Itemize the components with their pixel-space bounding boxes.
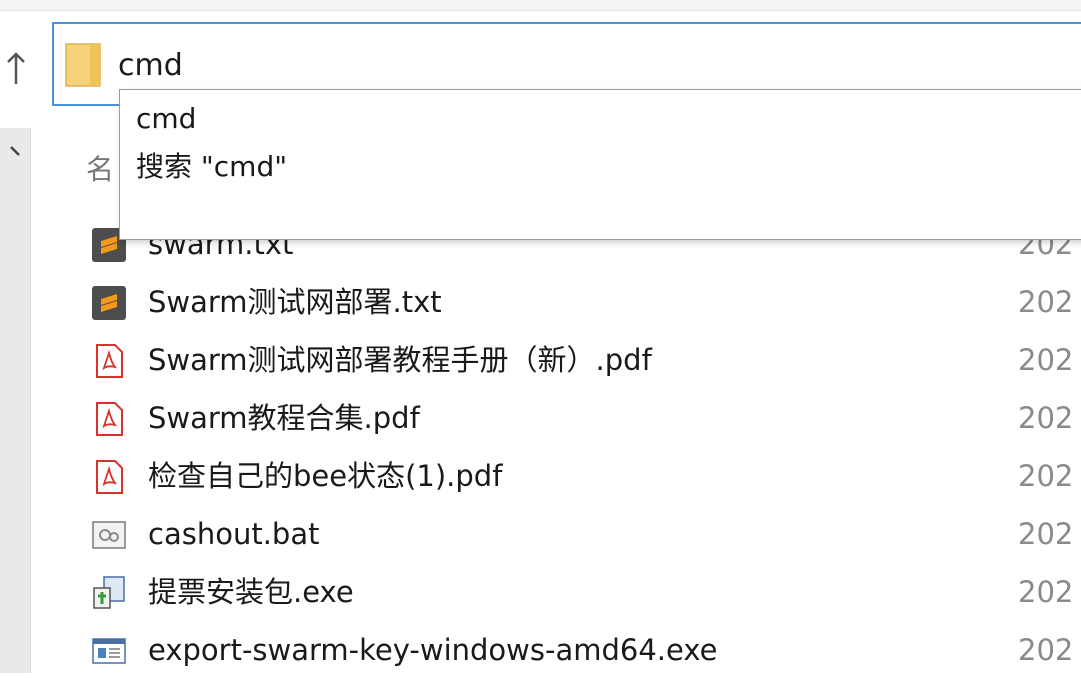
file-name: Swarm教程合集.pdf xyxy=(148,401,420,435)
pdf-icon xyxy=(96,344,123,378)
file-name: export-swarm-key-windows-amd64.exe xyxy=(148,633,718,667)
file-row[interactable]: Swarm教程合集.pdf 202 xyxy=(0,390,1081,446)
address-input[interactable]: cmd xyxy=(118,48,183,84)
autocomplete-item-search[interactable]: 搜索 "cmd" xyxy=(136,150,287,184)
file-row[interactable]: Swarm测试网部署教程手册（新）.pdf 202 xyxy=(0,332,1081,388)
file-date: 202 xyxy=(1018,459,1074,493)
file-date: 202 xyxy=(1018,285,1074,319)
address-autocomplete-dropdown: cmd 搜索 "cmd" xyxy=(119,89,1081,240)
file-name: 检查自己的bee状态(1).pdf xyxy=(148,459,503,493)
column-header-name[interactable]: 名 xyxy=(86,148,114,188)
autocomplete-item-cmd[interactable]: cmd xyxy=(136,102,196,136)
file-date: 202 xyxy=(1018,517,1074,551)
file-date: 202 xyxy=(1018,633,1074,667)
folder-icon xyxy=(65,43,101,87)
exe-icon xyxy=(92,638,126,664)
expand-caret-icon[interactable] xyxy=(8,144,22,158)
file-date: 202 xyxy=(1018,401,1074,435)
file-row[interactable]: cashout.bat 202 xyxy=(0,506,1081,562)
file-date: 202 xyxy=(1018,343,1074,377)
sublime-text-icon xyxy=(92,286,126,320)
up-arrow-icon[interactable] xyxy=(6,52,26,86)
installer-icon xyxy=(93,576,125,609)
file-name: Swarm测试网部署教程手册（新）.pdf xyxy=(148,343,652,377)
file-list: swarm.txt 202 Swarm测试网部署.txt 202 Swarm测试… xyxy=(0,216,1081,673)
window-top-strip xyxy=(0,0,1081,11)
file-name: cashout.bat xyxy=(148,517,320,551)
pdf-icon xyxy=(96,460,123,494)
batch-file-icon xyxy=(92,521,126,549)
file-row[interactable]: export-swarm-key-windows-amd64.exe 202 xyxy=(0,622,1081,678)
pdf-icon xyxy=(96,402,123,436)
file-name: 提票安装包.exe xyxy=(148,575,354,609)
file-row[interactable]: 提票安装包.exe 202 xyxy=(0,564,1081,620)
file-row[interactable]: 检查自己的bee状态(1).pdf 202 xyxy=(0,448,1081,504)
file-name: Swarm测试网部署.txt xyxy=(148,285,442,319)
file-date: 202 xyxy=(1018,575,1074,609)
file-row[interactable]: Swarm测试网部署.txt 202 xyxy=(0,274,1081,330)
